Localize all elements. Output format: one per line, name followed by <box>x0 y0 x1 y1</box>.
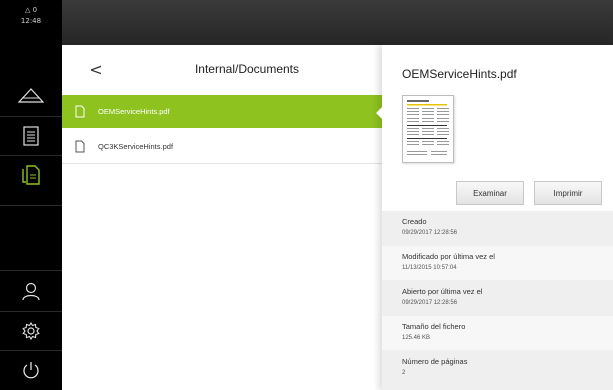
main-menu-rail: △ 0 12:48 <box>0 0 62 390</box>
status-area[interactable]: △ 0 12:48 <box>0 0 62 45</box>
settings-menu-button[interactable] <box>0 312 62 350</box>
file-preview-area: OEMServiceHints.pdf Examinar Imprimir <box>382 45 613 211</box>
file-list-panel: < Internal/Documents OEMServiceHints.pdf… <box>62 45 382 390</box>
file-details-panel: OEMServiceHints.pdf Examinar Imprimir Cr… <box>376 45 613 390</box>
user-icon <box>22 282 40 301</box>
user-menu-button[interactable] <box>0 272 62 310</box>
selection-pointer <box>376 107 382 119</box>
clock: 12:48 <box>20 17 42 25</box>
examine-button[interactable]: Examinar <box>456 181 524 205</box>
file-details-title: OEMServiceHints.pdf <box>402 67 517 81</box>
power-button[interactable] <box>0 351 62 389</box>
app-window: △ 0 12:48 < Internal/Documents OEMServic… <box>0 0 613 390</box>
settings-gear-icon <box>22 321 40 341</box>
document-list-icon <box>23 126 39 146</box>
file-name: OEMServiceHints.pdf <box>98 107 170 116</box>
file-list-header: < Internal/Documents <box>62 45 382 95</box>
document-preview-thumbnail <box>402 95 454 163</box>
print-button[interactable]: Imprimir <box>534 181 602 205</box>
info-page-count: Número de páginas 2 <box>382 351 613 385</box>
measure-triangle-icon <box>18 88 44 103</box>
info-label: Tamaño del fichero <box>402 322 466 331</box>
folder-path-title: Internal/Documents <box>194 62 300 76</box>
back-button[interactable]: < <box>86 59 106 79</box>
file-manager-icon <box>22 165 40 185</box>
file-list-item[interactable]: OEMServiceHints.pdf <box>62 95 382 128</box>
info-file-size: Tamaño del fichero 125.46 KB <box>382 316 613 350</box>
document-menu-button[interactable] <box>0 117 62 155</box>
info-label: Modificado por última vez el <box>402 252 495 261</box>
rail-divider <box>0 205 62 206</box>
info-created: Creado 09/29/2017 12:28:56 <box>382 211 613 245</box>
file-icon <box>74 140 86 154</box>
list-separator <box>62 163 382 164</box>
warning-indicator: △ 0 <box>0 5 62 16</box>
info-label: Abierto por última vez el <box>402 287 483 296</box>
warning-count: 0 <box>32 6 38 14</box>
info-label: Número de páginas <box>402 357 468 366</box>
info-value: 09/29/2017 12:28:56 <box>402 230 458 236</box>
info-label: Creado <box>402 217 427 226</box>
top-bar <box>62 0 613 45</box>
rail-divider <box>0 270 62 271</box>
info-value: 09/29/2017 12:28:56 <box>402 300 458 306</box>
file-name: QC3KServiceHints.pdf <box>98 142 174 151</box>
file-icon <box>74 105 86 119</box>
info-value: 11/13/2015 10:57:04 <box>402 265 457 271</box>
info-modified: Modificado por última vez el 11/13/2015 … <box>382 246 613 280</box>
measure-menu-button[interactable] <box>0 76 62 114</box>
power-icon <box>23 362 39 379</box>
file-manager-menu-button[interactable] <box>0 156 62 194</box>
info-value: 125.46 KB <box>402 335 431 341</box>
info-value: 2 <box>402 370 406 376</box>
info-last-opened: Abierto por última vez el 09/29/2017 12:… <box>382 281 613 315</box>
document-preview-icon <box>407 100 449 155</box>
file-list-item[interactable]: QC3KServiceHints.pdf <box>62 130 382 163</box>
warning-triangle-icon: △ <box>24 6 31 14</box>
